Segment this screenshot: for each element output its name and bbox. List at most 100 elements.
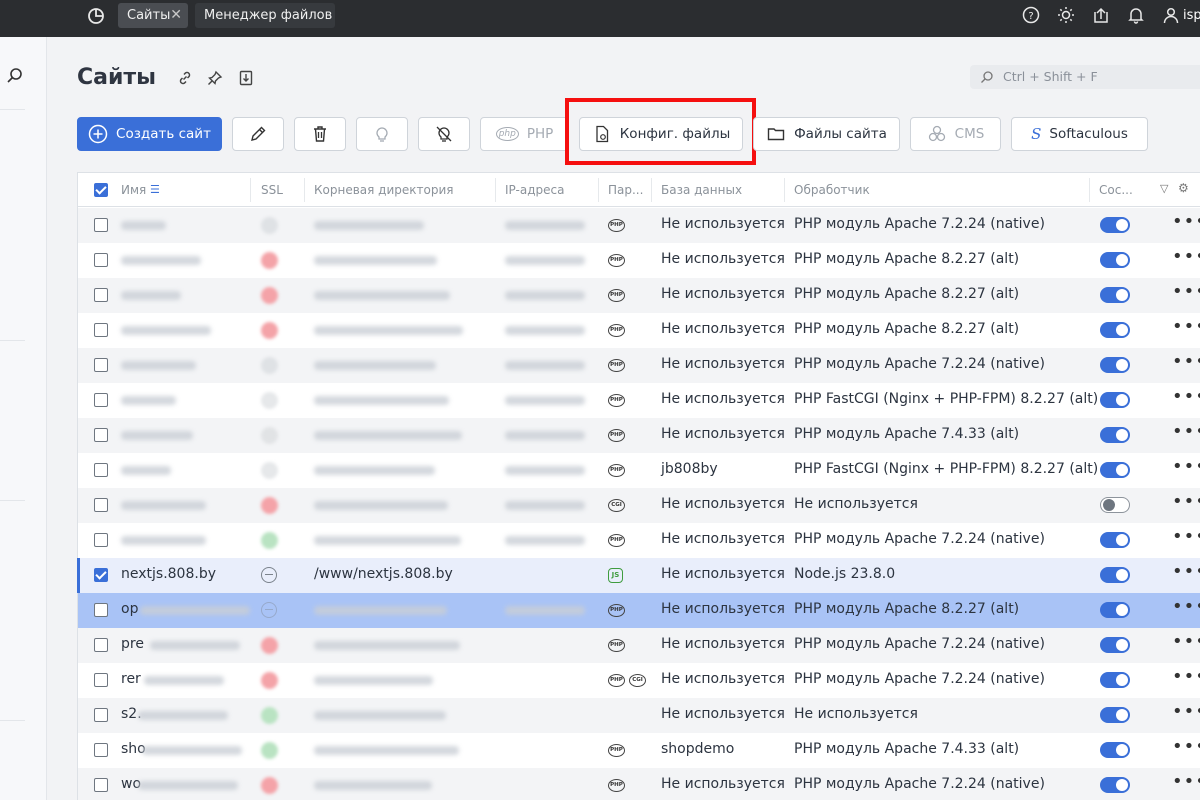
table-row[interactable]: PHP Не используется PHP модуль Apache 8.2.… — [78, 243, 1200, 278]
user-name[interactable]: isp — [1183, 8, 1200, 23]
status-toggle[interactable] — [1100, 707, 1130, 723]
row-checkbox[interactable] — [94, 603, 108, 617]
create-site-button[interactable]: Создать сайт — [77, 117, 222, 151]
row-checkbox[interactable] — [94, 638, 108, 652]
table-row[interactable]: op PHP Не используется PHP модуль Apache 8.… — [78, 593, 1200, 628]
row-checkbox[interactable] — [94, 498, 108, 512]
table-row[interactable]: CGI Не используется Не используется ••• — [78, 488, 1200, 523]
tab-file-manager[interactable]: Менеджер файлов — [195, 3, 335, 28]
export-icon[interactable] — [238, 70, 254, 90]
more-actions-icon[interactable]: ••• — [1172, 456, 1200, 477]
row-checkbox[interactable] — [94, 323, 108, 337]
more-actions-icon[interactable]: ••• — [1172, 561, 1200, 582]
status-toggle[interactable] — [1100, 742, 1130, 758]
more-actions-icon[interactable]: ••• — [1172, 316, 1200, 337]
sort-icon[interactable]: ☰ — [150, 183, 160, 196]
row-checkbox[interactable] — [94, 778, 108, 792]
more-actions-icon[interactable]: ••• — [1172, 386, 1200, 407]
delete-button[interactable] — [294, 117, 346, 151]
row-checkbox[interactable] — [94, 533, 108, 547]
php-button[interactable]: php PHP — [480, 117, 569, 151]
softaculous-button[interactable]: S Softaculous — [1011, 117, 1148, 151]
enable-button[interactable] — [356, 117, 408, 151]
status-toggle[interactable] — [1100, 427, 1130, 443]
status-toggle[interactable] — [1100, 497, 1130, 513]
status-toggle[interactable] — [1100, 637, 1130, 653]
status-toggle[interactable] — [1100, 777, 1130, 793]
more-actions-icon[interactable]: ••• — [1172, 701, 1200, 722]
disable-button[interactable] — [418, 117, 470, 151]
row-checkbox[interactable] — [94, 673, 108, 687]
status-toggle[interactable] — [1100, 217, 1130, 233]
site-name[interactable]: op — [121, 601, 138, 617]
table-row[interactable]: PHP Не используется PHP модуль Apache 7.2.… — [78, 523, 1200, 558]
row-checkbox[interactable] — [94, 463, 108, 477]
status-toggle[interactable] — [1100, 462, 1130, 478]
status-toggle[interactable] — [1100, 357, 1130, 373]
row-checkbox[interactable] — [94, 288, 108, 302]
gear-icon[interactable]: ⚙ — [1178, 181, 1189, 195]
more-actions-icon[interactable]: ••• — [1172, 281, 1200, 302]
row-checkbox[interactable] — [94, 253, 108, 267]
status-toggle[interactable] — [1100, 322, 1130, 338]
column-params[interactable]: Пар... — [608, 183, 643, 197]
table-row[interactable]: PHP Не используется PHP модуль Apache 8.2.… — [78, 313, 1200, 348]
bell-icon[interactable] — [1127, 6, 1145, 28]
sun-icon[interactable] — [1057, 6, 1075, 28]
cms-button[interactable]: CMS — [910, 117, 1001, 151]
help-icon[interactable]: ? — [1022, 6, 1040, 28]
status-toggle[interactable] — [1100, 672, 1130, 688]
more-actions-icon[interactable]: ••• — [1172, 771, 1200, 792]
table-row[interactable]: rer PHP CGI Не используется PHP модуль Apach… — [78, 663, 1200, 698]
more-actions-icon[interactable]: ••• — [1172, 211, 1200, 232]
table-row[interactable]: PHP Не используется PHP модуль Apache 7.2.… — [78, 348, 1200, 383]
more-actions-icon[interactable]: ••• — [1172, 246, 1200, 267]
more-actions-icon[interactable]: ••• — [1172, 491, 1200, 512]
table-row[interactable]: PHP Не используется PHP модуль Apache 8.2.… — [78, 278, 1200, 313]
tab-sites[interactable]: Сайты ✕ — [118, 3, 188, 28]
more-actions-icon[interactable]: ••• — [1172, 596, 1200, 617]
upload-icon[interactable] — [1092, 6, 1110, 28]
more-actions-icon[interactable]: ••• — [1172, 736, 1200, 757]
table-row[interactable]: pre PHP Не используется PHP модуль Apache 7… — [78, 628, 1200, 663]
filter-icon[interactable]: ▽ — [1160, 182, 1168, 195]
site-name[interactable]: pre — [121, 636, 144, 652]
more-actions-icon[interactable]: ••• — [1172, 526, 1200, 547]
close-tab-icon[interactable]: ✕ — [170, 3, 182, 28]
more-actions-icon[interactable]: ••• — [1172, 421, 1200, 442]
table-row[interactable]: PHP Не используется PHP модуль Apache 7.4.… — [78, 418, 1200, 453]
column-name[interactable]: Имя — [121, 183, 146, 197]
column-handler[interactable]: Обработчик — [794, 183, 870, 197]
table-row[interactable]: PHP Не используется PHP FastCGI (Nginx + P… — [78, 383, 1200, 418]
table-row[interactable]: nextjs.808.by/www/nextjs.808.by JS Не испо… — [77, 558, 1200, 593]
column-db[interactable]: База данных — [661, 183, 742, 197]
link-icon[interactable] — [177, 70, 193, 90]
status-toggle[interactable] — [1100, 532, 1130, 548]
search-icon[interactable] — [6, 67, 24, 89]
status-toggle[interactable] — [1100, 602, 1130, 618]
site-files-button[interactable]: Файлы сайта — [753, 117, 900, 151]
row-checkbox[interactable] — [94, 743, 108, 757]
status-toggle[interactable] — [1100, 567, 1130, 583]
table-row[interactable]: wo PHP Не используется PHP модуль Apache 7.… — [78, 768, 1200, 800]
row-checkbox[interactable] — [94, 358, 108, 372]
row-checkbox[interactable] — [94, 393, 108, 407]
status-toggle[interactable] — [1100, 252, 1130, 268]
column-ssl[interactable]: SSL — [261, 183, 283, 197]
table-row[interactable]: s2.Не используетсяНе используется••• — [78, 698, 1200, 733]
user-icon[interactable] — [1162, 6, 1180, 28]
more-actions-icon[interactable]: ••• — [1172, 631, 1200, 652]
row-checkbox[interactable] — [94, 568, 108, 582]
pin-icon[interactable] — [207, 70, 223, 90]
column-root[interactable]: Корневая директория — [314, 183, 453, 197]
search-input[interactable]: Ctrl + Shift + F — [970, 65, 1200, 89]
column-status[interactable]: Сос... — [1099, 183, 1133, 197]
table-row[interactable]: sho PHP shopdemo PHP модуль Apache 7.4.33 (… — [78, 733, 1200, 768]
row-checkbox[interactable] — [94, 428, 108, 442]
status-toggle[interactable] — [1100, 392, 1130, 408]
row-checkbox[interactable] — [94, 708, 108, 722]
select-all-checkbox[interactable] — [94, 183, 108, 197]
dashboard-icon[interactable] — [86, 6, 106, 30]
status-toggle[interactable] — [1100, 287, 1130, 303]
site-name[interactable]: rer — [121, 671, 141, 687]
